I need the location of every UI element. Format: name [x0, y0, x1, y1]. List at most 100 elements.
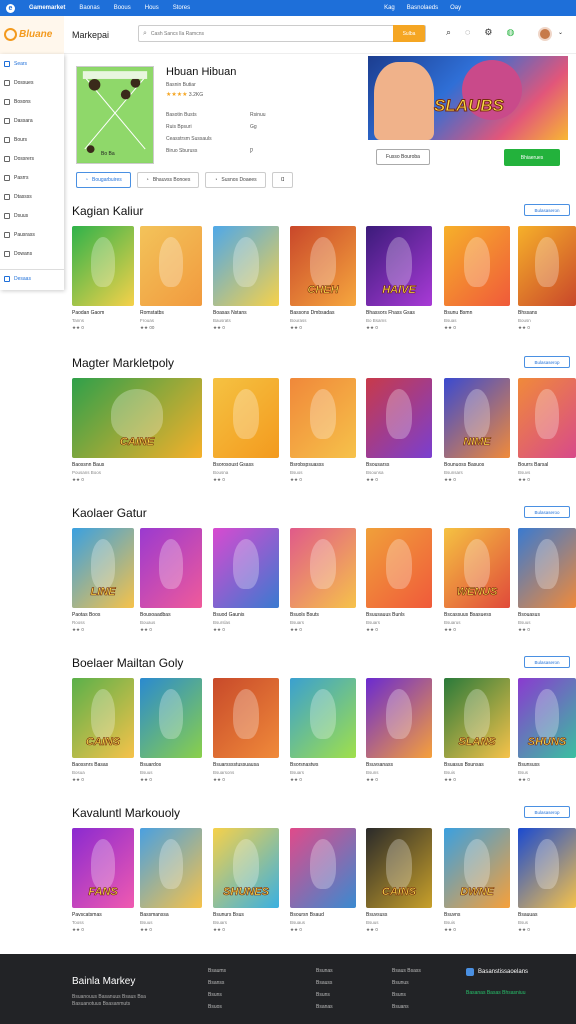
search-icon[interactable]: ⌕ [446, 27, 451, 38]
game-card[interactable]: Paodan Gaom Tanns ★★ 0 [72, 226, 134, 331]
game-card[interactable]: CAINS Bsuvsuss Bsuus ★★ 0 [366, 828, 432, 933]
game-card[interactable]: NIME Bounuoss Basuos Bsunsars ★★ 0 [444, 378, 510, 483]
footer-link[interactable]: Bsaums [208, 968, 226, 974]
see-all-button[interactable]: Bulasaseron [524, 656, 570, 668]
game-card[interactable]: Bsuod Gaunis Bsurslas ★★ 0 [213, 528, 279, 633]
avatar[interactable] [538, 27, 552, 41]
footer-link[interactable]: Bsunas [316, 968, 333, 974]
game-card[interactable]: Bsauuas Bsus ★★ 0 [518, 828, 576, 933]
sidebar-item[interactable]: Dowans [0, 244, 64, 263]
sidebar-item-icon [4, 212, 10, 219]
game-card[interactable]: CAINS Baossnrs Basas Bosua ★★ 0 [72, 678, 134, 783]
brand-logo[interactable]: Bluane [0, 15, 64, 54]
game-card[interactable]: SHUNS Bsunsuss Bsus ★★ 0 [518, 678, 576, 783]
featured-game-thumbnail[interactable]: Bo Ba [76, 66, 154, 164]
sidebar-item[interactable]: Pasrrs [0, 168, 64, 187]
game-card[interactable]: Bsoursn Bsaud Bsuaus ★★ 0 [290, 828, 356, 933]
game-card[interactable]: WENUS Bscassuus Bsasuess Bsuarus ★★ 0 [444, 528, 510, 633]
sidebar-item[interactable]: Bosons [0, 92, 64, 111]
footer-link[interactable]: Bsuos [208, 1004, 226, 1010]
get-button[interactable]: Bhiaerues [504, 149, 560, 166]
sidebar-item-icon [4, 60, 10, 67]
footer-link[interactable]: Bsanss [208, 980, 226, 986]
see-all-button[interactable]: Bulasaseroo [524, 506, 570, 518]
game-card[interactable]: Bsouasus Bsuus ★★ 0 [518, 528, 576, 633]
footer-link[interactable]: Bsaus Bsass [392, 968, 421, 974]
tab-more[interactable]: Ɑ [271, 172, 294, 188]
top-right-link[interactable]: Kag [384, 5, 395, 11]
game-card[interactable]: FANS Pavscatsmas Tooss ★★ 0 [72, 828, 134, 933]
game-card[interactable]: SLANS Bsuasus Bsunsas Bsuis ★★ 0 [444, 678, 510, 783]
footer-link[interactable]: Bsuns [208, 992, 226, 998]
top-link[interactable]: Boous [114, 5, 131, 11]
game-card[interactable]: Bsuvsanass Bsuns ★★ 0 [366, 678, 432, 783]
game-card[interactable]: Bsuarsssstussuausa Bsuarsons ★★ 0 [213, 678, 279, 783]
game-name: Romstatbs [140, 310, 164, 316]
follow-button[interactable]: Fusso Bouroba [376, 149, 430, 165]
search-input[interactable] [150, 30, 393, 37]
footer-link[interactable]: Bsuans [392, 1004, 421, 1010]
game-card[interactable]: Bousoaadbas Bouaus ★★ 0 [140, 528, 202, 633]
game-card[interactable]: Romstatbs Frouas ★★ 00 [140, 226, 202, 331]
chat-icon[interactable]: ◌ [465, 27, 470, 38]
top-right-link[interactable]: Oay [450, 5, 461, 11]
sidebar-item[interactable]: Desaas [0, 269, 64, 288]
game-card[interactable]: Bourrs Barsal Bsuvs ★★ 0 [518, 378, 576, 483]
game-cover-art [366, 678, 432, 758]
search-button[interactable]: Sulba [393, 25, 425, 42]
tab-details[interactable]: ◔ Susnos Doaees [205, 172, 266, 188]
game-card[interactable]: Bsuols Bsuts Bsuars ★★ 0 [290, 528, 356, 633]
footer-app-link[interactable]: Basanstissaoelans [466, 968, 528, 976]
game-card[interactable]: Bsorosoust Gsass Bousna ★★ 0 [213, 378, 279, 483]
sidebar-item[interactable]: Dsuus [0, 206, 64, 225]
app-logo-icon[interactable]: e [6, 3, 15, 13]
footer-link[interactable]: Bsuns [316, 992, 333, 998]
game-card[interactable]: Bassmanssa Bsuus ★★ 0 [140, 828, 202, 933]
top-link[interactable]: Stores [173, 5, 190, 11]
sidebar-item[interactable]: Dtassss [0, 187, 64, 206]
top-link[interactable]: Baonas [79, 5, 99, 11]
see-all-button[interactable]: Bulasaserop [524, 356, 570, 368]
footer-link[interactable]: Bsanas [316, 1004, 333, 1010]
chevron-down-icon[interactable]: ⌄ [558, 29, 563, 36]
featured-banner[interactable]: SLAUBS [368, 56, 568, 140]
game-card[interactable]: Bsousarss Bsounsa ★★ 0 [366, 378, 432, 483]
footer-link[interactable]: Bsauss [316, 980, 333, 986]
settings-icon[interactable]: ⚙ [484, 27, 492, 38]
hero-tabs: ◔ Bougarbuires ◔ Bhauvss Bonoes ◔ Susnos… [76, 172, 294, 188]
game-card[interactable]: LINE Paotas Boos Rooss ★★ 0 [72, 528, 134, 633]
game-card[interactable]: SHUNES Bsunurs Bsus Bsuars ★★ 0 [213, 828, 279, 933]
sidebar-item-label: Pausrass [14, 231, 35, 238]
notification-icon[interactable]: ◍ [506, 27, 514, 38]
game-card[interactable]: Bsrobspsuasss Bsuos ★★ 0 [290, 378, 356, 483]
top-right-link[interactable]: Basnolaeds [407, 5, 438, 11]
sidebar-item[interactable]: Bours [0, 130, 64, 149]
character-figure [463, 839, 491, 889]
see-all-button[interactable]: Bulasaserop [524, 806, 570, 818]
game-card[interactable]: Bsorsnastws Bsuars ★★ 0 [290, 678, 356, 783]
see-all-button[interactable]: Bulasaseron [524, 204, 570, 216]
game-card[interactable]: HAIVE Bhassors Fhass Gsas Bo Bsams ★★ 0 [366, 226, 432, 331]
top-link[interactable]: Hous [145, 5, 159, 11]
sidebar-item[interactable]: Pausrass [0, 225, 64, 244]
tab-reviews[interactable]: ◔ Bhauvss Bonoes [136, 172, 200, 188]
footer-links[interactable]: Basanas Basas Bhsasniuu [466, 990, 525, 996]
rating-stars: ★★★★ [166, 92, 188, 98]
game-card[interactable]: Bsuusauus Bunls Bsuars ★★ 0 [366, 528, 432, 633]
game-card[interactable]: DWNE Bsuvns Bsuis ★★ 0 [444, 828, 510, 933]
game-card[interactable]: CAINE Baossnn Baus Pousans Boos ★★ 0 [72, 378, 202, 483]
tab-overview[interactable]: ◔ Bougarbuires [76, 172, 131, 188]
footer-link[interactable]: Bsunus [392, 980, 421, 986]
sidebar-item[interactable]: Dassara [0, 111, 64, 130]
cover-title: CAINS [85, 736, 121, 749]
game-card[interactable]: Boasas Nstans Bausrats ★★ 0 [213, 226, 279, 331]
footer-link[interactable]: Bsuns [392, 992, 421, 998]
game-card[interactable]: Bsuardos Bsuus ★★ 0 [140, 678, 202, 783]
game-card[interactable]: Bsunu Bsmn Bsuas ★★ 0 [444, 226, 510, 331]
sidebar-item[interactable]: Sears [0, 54, 64, 73]
top-brand-link[interactable]: Gamemarket [29, 5, 65, 11]
sidebar-item[interactable]: Dossrers [0, 149, 64, 168]
sidebar-item[interactable]: Dossues [0, 73, 64, 92]
game-card[interactable]: Bhssans Bousn ★★ 0 [518, 226, 576, 331]
game-card[interactable]: CHEH Bassons Dmbsadas Bourass ★★ 0 [290, 226, 356, 331]
